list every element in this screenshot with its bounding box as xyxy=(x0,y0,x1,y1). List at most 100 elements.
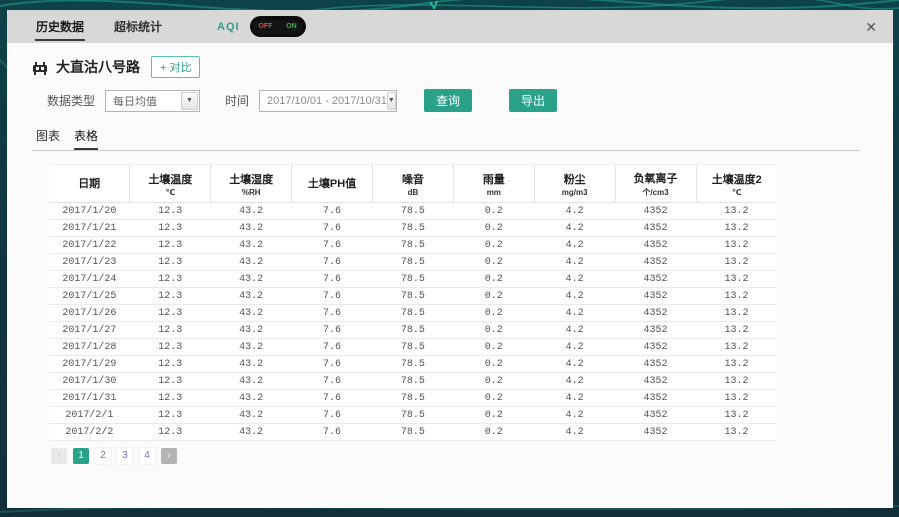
table-cell: 12.3 xyxy=(130,424,211,441)
pagination-page-3[interactable]: 3 xyxy=(117,448,133,464)
tab-history-data[interactable]: 历史数据 xyxy=(35,12,85,41)
table-cell: 2017/2/1 xyxy=(49,407,130,424)
table-cell: 78.5 xyxy=(373,220,454,237)
table-cell: 7.6 xyxy=(292,339,373,356)
time-range-select[interactable]: 2017/10/01 - 2017/10/31 ▼ xyxy=(259,90,397,112)
toggle-off-label[interactable]: OFF xyxy=(258,23,272,30)
table-row: 2017/1/2512.343.27.678.50.24.2435213.2 xyxy=(49,288,777,305)
table-cell: 2017/1/24 xyxy=(49,271,130,288)
table-row: 2017/1/2112.343.27.678.50.24.2435213.2 xyxy=(49,220,777,237)
table-cell: 4.2 xyxy=(534,356,615,373)
table-cell: 4352 xyxy=(615,356,696,373)
table-cell: 4.2 xyxy=(534,322,615,339)
table-cell: 43.2 xyxy=(211,356,292,373)
table-cell: 4352 xyxy=(615,424,696,441)
table-row: 2017/2/212.343.27.678.50.24.2435213.2 xyxy=(49,424,777,441)
pagination-prev-icon[interactable]: ‹ xyxy=(51,448,67,464)
tabs-divider xyxy=(32,150,860,151)
table-cell: 2017/1/22 xyxy=(49,237,130,254)
map-background: 历史数据 超标统计 AQI OFF ON ✕ xyxy=(0,0,899,517)
view-tabs: 图表 表格 xyxy=(36,127,893,150)
chevron-down-icon[interactable]: ▼ xyxy=(181,92,198,110)
toggle-on-label[interactable]: ON xyxy=(286,23,297,30)
table-row: 2017/1/2912.343.27.678.50.24.2435213.2 xyxy=(49,356,777,373)
col-negative-oxygen-ions: 负氧离子个/cm3 xyxy=(615,165,696,203)
data-type-value: 每日均值 xyxy=(106,93,157,109)
table-cell: 0.2 xyxy=(453,220,534,237)
table-cell: 0.2 xyxy=(453,356,534,373)
table-cell: 7.6 xyxy=(292,305,373,322)
tab-chart[interactable]: 图表 xyxy=(36,127,60,150)
pagination-page-2[interactable]: 2 xyxy=(95,448,111,464)
table-cell: 0.2 xyxy=(453,288,534,305)
table-row: 2017/1/2312.343.27.678.50.24.2435213.2 xyxy=(49,254,777,271)
table-cell: 0.2 xyxy=(453,254,534,271)
table-cell: 2017/1/30 xyxy=(49,373,130,390)
table-cell: 2017/1/26 xyxy=(49,305,130,322)
table-header: 日期 土壤温度℃ 土壤湿度%RH 土壤PH值 噪音dB 雨量mm 粉尘mg/m3… xyxy=(49,165,777,203)
table-cell: 78.5 xyxy=(373,390,454,407)
table-cell: 2017/1/23 xyxy=(49,254,130,271)
table-cell: 4352 xyxy=(615,203,696,220)
table-cell: 0.2 xyxy=(453,390,534,407)
table-cell: 7.6 xyxy=(292,254,373,271)
tab-table[interactable]: 表格 xyxy=(74,127,98,150)
table-cell: 4352 xyxy=(615,339,696,356)
table-cell: 4352 xyxy=(615,271,696,288)
data-type-label: 数据类型 xyxy=(47,92,95,109)
table-body: 2017/1/2012.343.27.678.50.24.2435213.220… xyxy=(49,203,777,441)
table-cell: 0.2 xyxy=(453,373,534,390)
pagination-page-4[interactable]: 4 xyxy=(139,448,155,464)
table-cell: 43.2 xyxy=(211,339,292,356)
table-row: 2017/1/2812.343.27.678.50.24.2435213.2 xyxy=(49,339,777,356)
table-cell: 12.3 xyxy=(130,305,211,322)
table-row: 2017/1/2012.343.27.678.50.24.2435213.2 xyxy=(49,203,777,220)
table-cell: 0.2 xyxy=(453,271,534,288)
compare-button[interactable]: + 对比 xyxy=(151,56,200,78)
table-cell: 43.2 xyxy=(211,373,292,390)
top-bar: 历史数据 超标统计 AQI OFF ON ✕ xyxy=(7,10,893,43)
table-cell: 13.2 xyxy=(696,220,777,237)
table-cell: 12.3 xyxy=(130,373,211,390)
table-cell: 0.2 xyxy=(453,203,534,220)
aqi-off-on-toggle[interactable]: OFF ON xyxy=(252,18,304,35)
table-cell: 13.2 xyxy=(696,271,777,288)
col-rainfall: 雨量mm xyxy=(453,165,534,203)
table-cell: 2017/1/31 xyxy=(49,390,130,407)
table-cell: 7.6 xyxy=(292,220,373,237)
table-cell: 12.3 xyxy=(130,237,211,254)
table-cell: 13.2 xyxy=(696,254,777,271)
panel-content: 大直沽八号路 + 对比 数据类型 每日均值 ▼ 时间 2017/10/01 - … xyxy=(7,43,893,508)
table-row: 2017/1/3112.343.27.678.50.24.2435213.2 xyxy=(49,390,777,407)
table-cell: 4.2 xyxy=(534,220,615,237)
table-cell: 7.6 xyxy=(292,390,373,407)
data-type-select[interactable]: 每日均值 ▼ xyxy=(105,90,200,112)
pagination-next-icon[interactable]: › xyxy=(161,448,177,464)
table-cell: 0.2 xyxy=(453,322,534,339)
col-dust: 粉尘mg/m3 xyxy=(534,165,615,203)
table-cell: 4352 xyxy=(615,254,696,271)
table-cell: 4.2 xyxy=(534,390,615,407)
query-button[interactable]: 查询 xyxy=(424,89,472,112)
close-icon[interactable]: ✕ xyxy=(865,20,877,34)
chevron-down-icon[interactable]: ▼ xyxy=(387,92,396,110)
tab-exceedance-stats[interactable]: 超标统计 xyxy=(113,12,163,41)
table-cell: 13.2 xyxy=(696,322,777,339)
col-soil-temp-2: 土壤温度2℃ xyxy=(696,165,777,203)
export-button[interactable]: 导出 xyxy=(509,89,557,112)
pagination-page-1[interactable]: 1 xyxy=(73,448,89,464)
table-cell: 12.3 xyxy=(130,339,211,356)
table-cell: 2017/1/29 xyxy=(49,356,130,373)
table-cell: 12.3 xyxy=(130,356,211,373)
table-cell: 78.5 xyxy=(373,322,454,339)
table-cell: 4352 xyxy=(615,305,696,322)
table-cell: 43.2 xyxy=(211,305,292,322)
table-cell: 78.5 xyxy=(373,288,454,305)
table-cell: 0.2 xyxy=(453,424,534,441)
table-cell: 2017/1/20 xyxy=(49,203,130,220)
table-cell: 4352 xyxy=(615,390,696,407)
col-soil-ph: 土壤PH值 xyxy=(292,165,373,203)
table-cell: 0.2 xyxy=(453,407,534,424)
table-cell: 7.6 xyxy=(292,237,373,254)
table-cell: 13.2 xyxy=(696,305,777,322)
